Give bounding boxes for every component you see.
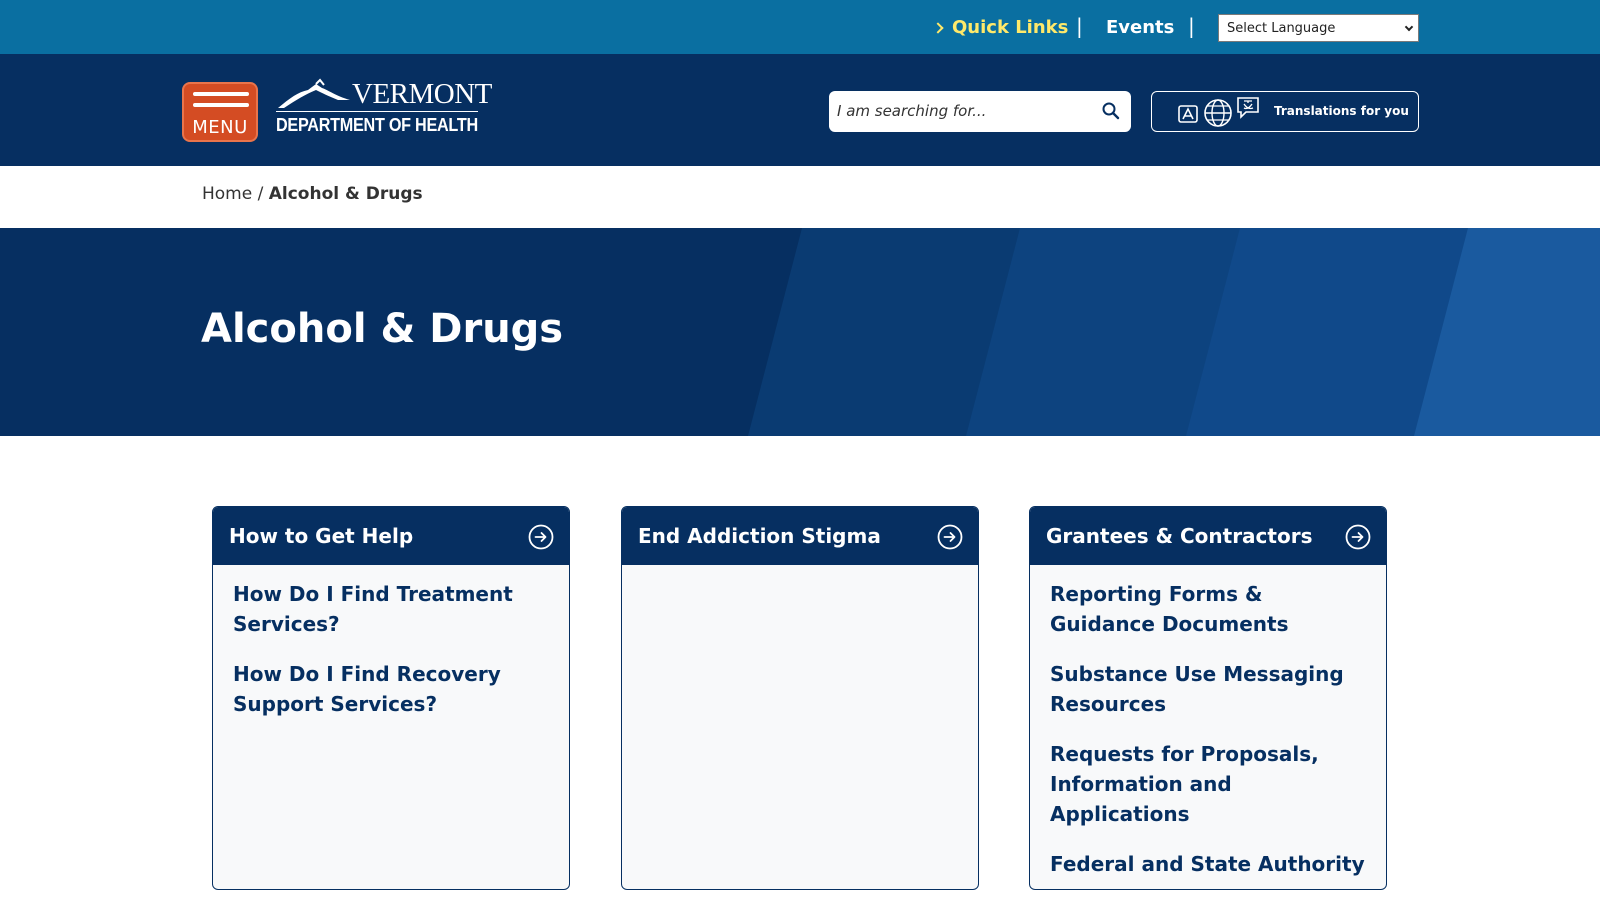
card-link[interactable]: Substance Use Messaging Resources: [1050, 659, 1368, 719]
search-placeholder: I am searching for...: [837, 102, 987, 120]
language-select-value: Select Language: [1227, 20, 1336, 36]
mountain-logo-icon: [278, 78, 350, 108]
card-title: Grantees & Contractors: [1046, 524, 1313, 548]
events-label: Events: [1106, 16, 1175, 38]
language-select[interactable]: Select Language: [1218, 14, 1419, 42]
breadcrumb-current: Alcohol & Drugs: [268, 184, 423, 204]
hamburger-line: [193, 103, 249, 107]
translations-button[interactable]: Translations for you: [1151, 91, 1419, 132]
card-links: Reporting Forms & Guidance Documents Sub…: [1030, 565, 1386, 879]
vermont-health-logo[interactable]: VERMONT DEPARTMENT OF HEALTH: [276, 78, 492, 144]
card-link[interactable]: How Do I Find Treatment Services?: [233, 579, 551, 639]
breadcrumb-separator: /: [252, 184, 269, 204]
card-title: How to Get Help: [229, 524, 414, 548]
search-icon[interactable]: [1101, 101, 1121, 121]
events-link[interactable]: Events: [1106, 14, 1174, 40]
translations-label: Translations for you: [1274, 104, 1409, 118]
chevron-down-icon: [1404, 22, 1414, 32]
card-link[interactable]: Federal and State Authority: [1050, 849, 1368, 879]
translate-icon: [1178, 97, 1259, 127]
card-grantees-contractors: Grantees & Contractors Reporting Forms &…: [1029, 506, 1387, 890]
card-header-end-addiction-stigma[interactable]: End Addiction Stigma: [622, 507, 978, 565]
card-links: [622, 565, 978, 579]
card-end-addiction-stigma: End Addiction Stigma: [621, 506, 979, 890]
card-link[interactable]: Requests for Proposals, Information and …: [1050, 739, 1368, 829]
page-title: Alcohol & Drugs: [201, 306, 564, 352]
utility-separator: |: [1076, 14, 1083, 38]
arrow-circle-right-icon: [528, 524, 554, 550]
card-title: End Addiction Stigma: [638, 524, 881, 548]
logo-divider: [276, 111, 478, 112]
breadcrumb: Home / Alcohol & Drugs: [202, 184, 423, 204]
card-link[interactable]: How Do I Find Recovery Support Services?: [233, 659, 551, 719]
main-header: MENU VERMONT DEPARTMENT OF HEALTH I am s…: [0, 54, 1600, 166]
arrow-circle-right-icon: [937, 524, 963, 550]
card-link[interactable]: Reporting Forms & Guidance Documents: [1050, 579, 1368, 639]
hero-banner: Alcohol & Drugs: [0, 228, 1600, 436]
menu-button[interactable]: MENU: [182, 82, 258, 142]
utility-separator: |: [1188, 14, 1195, 38]
quick-links-label: Quick Links: [952, 16, 1069, 38]
breadcrumb-home-link[interactable]: Home: [202, 184, 252, 204]
menu-label: MENU: [192, 117, 248, 138]
card-header-how-to-get-help[interactable]: How to Get Help: [213, 507, 569, 565]
quick-links-link[interactable]: Quick Links: [932, 14, 1069, 40]
utility-bar: Quick Links | Events | Select Language: [0, 0, 1600, 54]
hamburger-line: [193, 92, 249, 96]
card-how-to-get-help: How to Get Help How Do I Find Treatment …: [212, 506, 570, 890]
search-input[interactable]: I am searching for...: [829, 91, 1131, 132]
card-links: How Do I Find Treatment Services? How Do…: [213, 565, 569, 719]
logo-department-name: DEPARTMENT OF HEALTH: [276, 115, 478, 135]
card-header-grantees-contractors[interactable]: Grantees & Contractors: [1030, 507, 1386, 565]
logo-state-name: VERMONT: [352, 78, 492, 110]
chevron-right-icon: [932, 21, 944, 34]
arrow-circle-right-icon: [1345, 524, 1371, 550]
